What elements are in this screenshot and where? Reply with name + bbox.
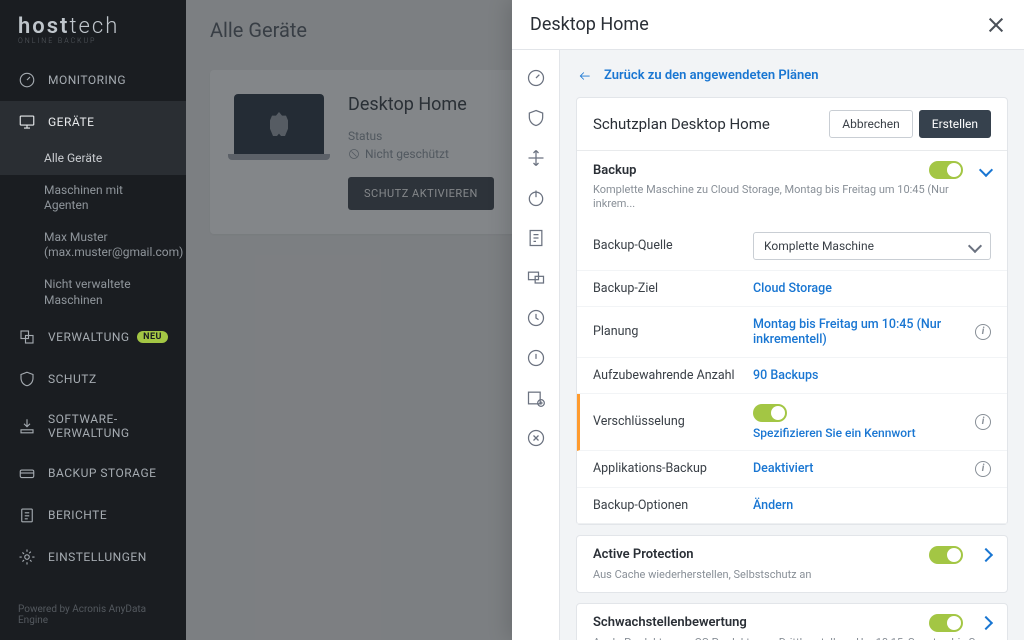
backup-options-value[interactable]: Ändern [753,498,991,513]
backup-target-value[interactable]: Cloud Storage [753,281,991,296]
vulnerability-toggle[interactable] [929,614,963,632]
encryption-toggle[interactable] [753,404,787,422]
shield-icon [18,370,36,388]
panel-content: Zurück zu den angewendeten Plänen Schutz… [560,50,1024,640]
footer-credit: Powered by Acronis AnyData Engine [0,590,186,640]
tab-shield-icon[interactable] [518,100,554,136]
panel-iconbar [512,50,560,640]
backup-encryption-label: Verschlüsselung [593,414,753,429]
create-button[interactable]: Erstellen [919,110,991,138]
nav-sub-agents[interactable]: Maschinen mit Agenten [0,175,186,222]
nav-monitoring[interactable]: MONITORING [0,59,186,101]
backup-app-label: Applikations-Backup [593,461,753,476]
tab-alert-icon[interactable] [518,340,554,376]
tab-receipt-icon[interactable] [518,220,554,256]
clipboard-icon [18,506,36,524]
storage-icon [18,464,36,482]
gauge-icon [18,71,36,89]
nav-devices[interactable]: GERÄTE [0,101,186,143]
backup-options-label: Backup-Optionen [593,498,753,513]
backup-target-label: Backup-Ziel [593,281,753,296]
side-panel: Desktop Home Zurück zu den angewendeten … [512,0,1024,640]
backup-app-value[interactable]: Deaktiviert [753,461,967,476]
close-icon[interactable] [986,15,1006,35]
backup-subtitle: Komplette Maschine zu Cloud Storage, Mon… [577,183,1007,222]
section-active-protection: Active Protection Aus Cache wiederherste… [576,535,1008,593]
nav-software[interactable]: SOFTWARE-VERWALTUNG [0,400,186,452]
layers-icon [18,328,36,346]
back-link[interactable]: Zurück zu den angewendeten Plänen [576,62,1008,97]
nav-backup-storage[interactable]: BACKUP STORAGE [0,452,186,494]
monitor-icon [18,113,36,131]
nav-sub-all-devices[interactable]: Alle Geräte [0,143,186,175]
arrow-left-icon [576,69,594,83]
tab-power-icon[interactable] [518,180,554,216]
active-protection-title: Active Protection [593,547,694,562]
backup-title: Backup [593,163,636,178]
backup-source-label: Backup-Quelle [593,238,753,253]
vulnerability-title: Schwachstellenbewertung [593,615,747,630]
section-vulnerability: Schwachstellenbewertung Apple-Produkte, … [576,603,1008,640]
sidebar: hosttech ONLINE BACKUP MONITORING GERÄTE… [0,0,186,640]
brand-logo: hosttech ONLINE BACKUP [0,0,186,59]
backup-schedule-label: Planung [593,324,753,339]
active-protection-sub: Aus Cache wiederherstellen, Selbstschutz… [577,568,1007,592]
info-icon[interactable]: i [975,414,991,430]
backup-schedule-value[interactable]: Montag bis Freitag um 10:45 (Nur inkreme… [753,317,967,347]
chevron-right-icon[interactable] [979,548,993,562]
chevron-right-icon[interactable] [979,616,993,630]
tab-add-icon[interactable] [518,380,554,416]
nav-sub-unmanaged[interactable]: Nicht verwaltete Maschinen [0,269,186,316]
backup-retention-value[interactable]: 90 Backups [753,368,991,383]
chevron-down-icon [968,239,982,253]
info-icon[interactable]: i [975,324,991,340]
plan-name: Schutzplan Desktop Home [593,115,770,133]
vulnerability-sub: Apple-Produkte, macOS-Produkte von Dritt… [577,636,1007,640]
download-icon [18,417,36,435]
section-backup: Backup Komplette Maschine zu Cloud Stora… [577,151,1007,524]
plan-card: Schutzplan Desktop Home Abbrechen Erstel… [576,97,1008,525]
tab-screens-icon[interactable] [518,260,554,296]
backup-source-select[interactable]: Komplette Maschine [753,232,991,260]
badge-new: NEU [137,331,168,343]
backup-retention-label: Aufzubewahrende Anzahl [593,368,753,383]
main-area: Alle Geräte Desktop Home Status Nicht ge… [186,0,1024,640]
backup-encryption-value[interactable]: Spezifizieren Sie ein Kennwort [753,426,967,440]
nav-settings[interactable]: EINSTELLUNGEN [0,536,186,578]
tab-overview-icon[interactable] [518,60,554,96]
panel-title: Desktop Home [530,14,649,35]
cancel-button[interactable]: Abbrechen [829,110,913,138]
tab-clock-icon[interactable] [518,300,554,336]
active-protection-toggle[interactable] [929,546,963,564]
info-icon[interactable]: i [975,461,991,477]
tab-move-icon[interactable] [518,140,554,176]
gear-icon [18,548,36,566]
nav-protection[interactable]: SCHUTZ [0,358,186,400]
backup-toggle[interactable] [929,161,963,179]
nav-sub-user[interactable]: Max Muster (max.muster@gmail.com) [0,222,186,269]
tab-cancel-icon[interactable] [518,420,554,456]
nav-management[interactable]: VERWALTUNGNEU [0,316,186,358]
chevron-down-icon[interactable] [979,163,993,177]
nav-reports[interactable]: BERICHTE [0,494,186,536]
